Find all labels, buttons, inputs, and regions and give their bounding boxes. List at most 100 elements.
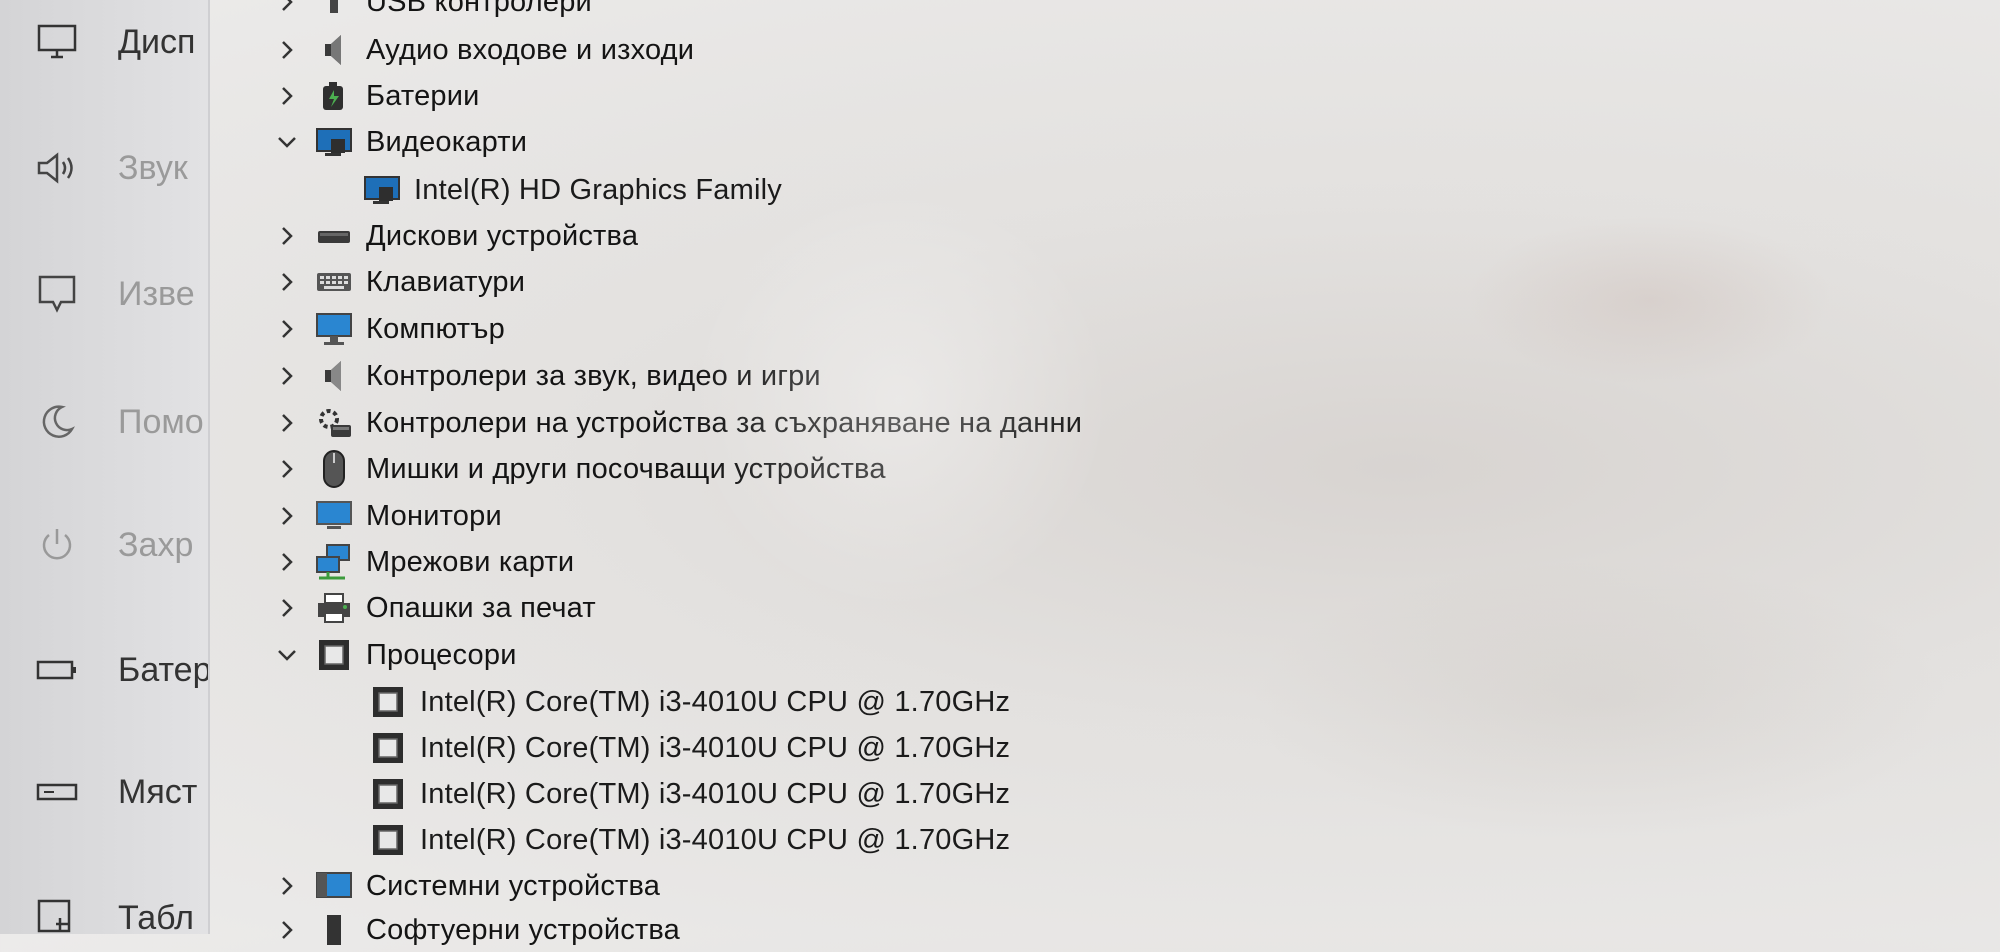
notification-icon	[34, 271, 80, 317]
printer-icon	[314, 588, 354, 628]
tree-node-system-devices[interactable]: Системни устройства	[270, 864, 660, 908]
tree-node-label: Контролери на устройства за съхраняване …	[366, 406, 1083, 439]
display-adapter-icon	[314, 122, 354, 162]
tree-node-disk-drives[interactable]: Дискови устройства	[270, 214, 638, 258]
tree-node-label: Процесори	[366, 638, 517, 671]
sidebar-item-power[interactable]: Захр	[0, 515, 208, 575]
chevron-right-icon[interactable]	[270, 869, 304, 903]
storage-controller-icon	[314, 403, 354, 443]
sidebar-item-label: Звук	[118, 148, 188, 187]
chevron-right-icon[interactable]	[270, 79, 304, 113]
network-adapter-icon	[314, 542, 354, 582]
keyboard-icon	[314, 262, 354, 302]
settings-sidebar: Дисп Звук Изве Помо Захр Батер Мяст Табл	[0, 0, 210, 937]
device-tree: USB контролери Аудио входове и изходи Ба…	[270, 0, 1770, 946]
chevron-right-icon[interactable]	[270, 913, 304, 947]
chevron-right-icon[interactable]	[270, 219, 304, 253]
tree-node-keyboards[interactable]: Клавиатури	[270, 260, 525, 304]
battery-device-icon	[314, 76, 354, 116]
tree-node-sound-video-game[interactable]: Контролери за звук, видео и игри	[270, 354, 821, 398]
tree-node-label: Софтуерни устройства	[366, 913, 681, 946]
audio-io-icon	[314, 30, 354, 70]
tree-node-label: Опашки за печат	[366, 591, 596, 624]
processor-icon	[368, 774, 408, 814]
tree-node-label: Intel(R) Core(TM) i3-4010U CPU @ 1.70GHz	[420, 685, 1011, 718]
tree-node-cpu[interactable]: Intel(R) Core(TM) i3-4010U CPU @ 1.70GHz	[368, 680, 1010, 724]
storage-icon	[34, 769, 80, 815]
disk-drive-icon	[314, 216, 354, 256]
tree-node-label: Intel(R) Core(TM) i3-4010U CPU @ 1.70GHz	[420, 731, 1011, 764]
tree-node-label: Монитори	[366, 499, 502, 532]
monitor-icon	[314, 496, 354, 536]
chevron-down-icon[interactable]	[270, 638, 304, 672]
battery-icon	[34, 647, 80, 693]
tree-node-processors[interactable]: Процесори	[270, 633, 517, 677]
display-icon	[34, 19, 80, 65]
usb-icon	[314, 0, 354, 22]
tree-node-software-devices[interactable]: Софтуерни устройства	[270, 908, 680, 952]
moon-icon	[34, 399, 80, 445]
tree-node-label: Мишки и други посочващи устройства	[366, 452, 886, 485]
software-device-icon	[314, 910, 354, 950]
chevron-right-icon[interactable]	[270, 545, 304, 579]
sidebar-item-label: Дисп	[118, 22, 196, 61]
chevron-right-icon[interactable]	[270, 33, 304, 67]
sidebar-item-label: Табл	[118, 898, 194, 937]
system-device-icon	[314, 866, 354, 906]
tree-node-cpu[interactable]: Intel(R) Core(TM) i3-4010U CPU @ 1.70GHz	[368, 772, 1010, 816]
sound-controller-icon	[314, 356, 354, 396]
tree-node-display-adapters[interactable]: Видеокарти	[270, 120, 527, 164]
display-adapter-icon	[362, 170, 402, 210]
sidebar-item-storage[interactable]: Мяст	[0, 762, 208, 822]
sidebar-item-display[interactable]: Дисп	[0, 12, 208, 72]
tree-node-label: Intel(R) Core(TM) i3-4010U CPU @ 1.70GHz	[420, 777, 1011, 810]
chevron-down-icon[interactable]	[270, 125, 304, 159]
sidebar-item-label: Мяст	[118, 772, 198, 811]
tree-node-label: Батерии	[366, 79, 480, 112]
tree-node-storage-controllers[interactable]: Контролери на устройства за съхраняване …	[270, 401, 1082, 445]
tree-node-label: Видеокарти	[366, 125, 528, 158]
chevron-right-icon[interactable]	[270, 591, 304, 625]
sidebar-item-label: Изве	[118, 274, 195, 313]
tree-node-intel-hd-graphics[interactable]: Intel(R) HD Graphics Family	[362, 168, 782, 212]
chevron-right-icon[interactable]	[270, 359, 304, 393]
tree-node-cpu[interactable]: Intel(R) Core(TM) i3-4010U CPU @ 1.70GHz	[368, 818, 1010, 862]
tree-node-label: Intel(R) Core(TM) i3-4010U CPU @ 1.70GHz	[420, 823, 1011, 856]
tree-node-mice[interactable]: Мишки и други посочващи устройства	[270, 447, 886, 491]
chevron-right-icon[interactable]	[270, 406, 304, 440]
tree-node-monitors[interactable]: Монитори	[270, 494, 502, 538]
chevron-right-icon[interactable]	[270, 0, 304, 19]
tree-node-label: Мрежови карти	[366, 545, 575, 578]
tablet-icon	[34, 895, 80, 941]
tree-node-computer[interactable]: Компютър	[270, 307, 505, 351]
tree-node-network-adapters[interactable]: Мрежови карти	[270, 540, 574, 584]
sidebar-item-sound[interactable]: Звук	[0, 138, 208, 198]
sidebar-item-battery[interactable]: Батер	[0, 640, 208, 700]
processor-icon	[314, 635, 354, 675]
processor-icon	[368, 728, 408, 768]
tree-node-label: Клавиатури	[366, 265, 526, 298]
chevron-right-icon[interactable]	[270, 265, 304, 299]
tree-node-label: Контролери за звук, видео и игри	[366, 359, 821, 392]
chevron-right-icon[interactable]	[270, 312, 304, 346]
sidebar-item-label: Помо	[118, 402, 204, 441]
computer-icon	[314, 309, 354, 349]
sidebar-item-focus[interactable]: Помо	[0, 392, 208, 452]
tree-node-label: Аудио входове и изходи	[366, 33, 695, 66]
sidebar-item-label: Батер	[118, 650, 208, 689]
chevron-right-icon[interactable]	[270, 452, 304, 486]
tree-node-cpu[interactable]: Intel(R) Core(TM) i3-4010U CPU @ 1.70GHz	[368, 726, 1010, 770]
sidebar-item-tablet[interactable]: Табл	[0, 888, 208, 948]
tree-node-batteries[interactable]: Батерии	[270, 74, 480, 118]
mouse-icon	[314, 449, 354, 489]
tree-node-audio-io[interactable]: Аудио входове и изходи	[270, 28, 694, 72]
sidebar-item-notifications[interactable]: Изве	[0, 264, 208, 324]
tree-node-print-queues[interactable]: Опашки за печат	[270, 586, 596, 630]
processor-icon	[368, 682, 408, 722]
chevron-right-icon[interactable]	[270, 499, 304, 533]
tree-node-label: Системни устройства	[366, 869, 661, 902]
tree-node-usb[interactable]: USB контролери	[270, 0, 592, 24]
speaker-icon	[34, 145, 80, 191]
tree-node-label: Компютър	[366, 312, 505, 345]
tree-node-label: Intel(R) HD Graphics Family	[414, 173, 782, 206]
